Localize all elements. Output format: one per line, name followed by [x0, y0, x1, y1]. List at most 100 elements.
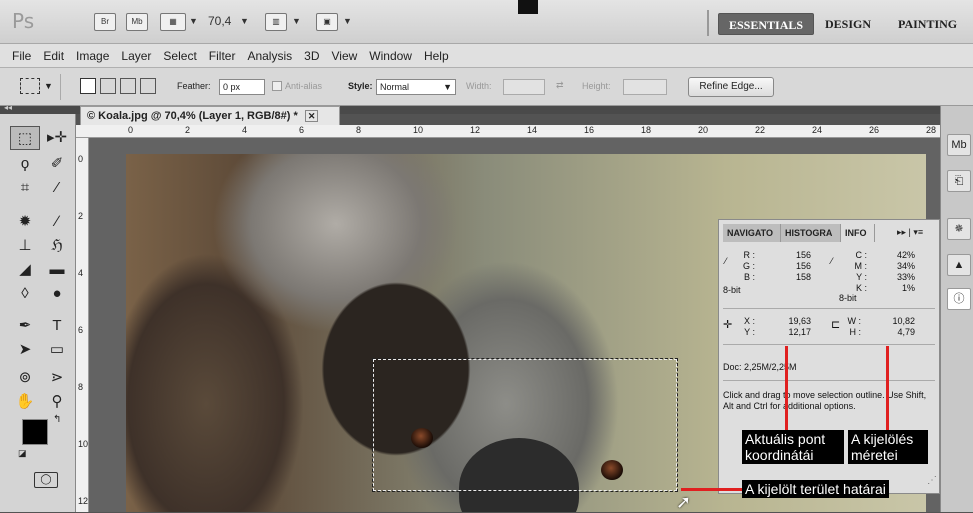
menu-edit[interactable]: Edit: [37, 49, 70, 63]
options-bar: ▼ Feather: 0 px Anti-alias Style: Normal…: [0, 68, 973, 106]
launch-bridge-button[interactable]: Br: [94, 13, 116, 31]
menu-filter[interactable]: Filter: [203, 49, 242, 63]
rectangle-tool-icon[interactable]: ▭: [42, 338, 72, 362]
cmyk-bit-depth: 8-bit: [839, 293, 857, 303]
intersect-selection-icon[interactable]: [140, 78, 156, 94]
ruler-tick-label: 8: [356, 125, 362, 135]
foreground-color-swatch[interactable]: [22, 419, 48, 445]
swap-colors-icon[interactable]: ↰: [53, 414, 61, 425]
collapse-icon[interactable]: ◂◂: [4, 103, 12, 112]
lasso-tool-icon[interactable]: ϙ: [10, 152, 40, 176]
workspace-design[interactable]: DESIGN: [815, 13, 881, 35]
history-panel-icon[interactable]: ⎗: [947, 170, 971, 192]
tab-histogram[interactable]: HISTOGRA: [781, 224, 841, 242]
quick-selection-tool-icon[interactable]: ✐: [42, 152, 72, 176]
close-icon[interactable]: ✕: [304, 110, 319, 122]
history-brush-tool-icon[interactable]: ℌ: [42, 234, 72, 258]
swap-icon[interactable]: ⇄: [556, 80, 564, 91]
new-selection-icon[interactable]: [80, 78, 96, 94]
antialias-checkbox[interactable]: [272, 81, 282, 91]
zoom-dropdown-icon[interactable]: ▼: [240, 16, 249, 26]
hand-tool-icon[interactable]: ✋: [10, 390, 40, 414]
w-value: 10,82: [892, 316, 915, 326]
minibridge-panel-button[interactable]: Mb: [947, 134, 971, 156]
width-input[interactable]: [503, 79, 545, 95]
style-select[interactable]: Normal ▼: [376, 79, 456, 95]
menu-select[interactable]: Select: [157, 49, 202, 63]
chevron-down-icon[interactable]: ▼: [292, 16, 301, 26]
clone-stamp-tool-icon[interactable]: ⊥: [10, 234, 40, 258]
resize-grip-icon[interactable]: ⋰: [927, 475, 937, 486]
type-tool-icon[interactable]: T: [42, 314, 72, 338]
info-panel-icon[interactable]: ⓘ: [947, 288, 971, 310]
screen-mode-icon[interactable]: ▣: [316, 13, 338, 31]
workspace-painting[interactable]: PAINTING: [888, 13, 967, 35]
divider: [723, 308, 935, 309]
antialias-label: Anti-alias: [285, 81, 323, 91]
workspace-essentials[interactable]: ESSENTIALS: [718, 13, 815, 35]
dimensions-icon: ⊏: [831, 319, 841, 331]
annotation-selection-border: A kijelölt terület határai: [742, 480, 889, 498]
height-input[interactable]: [623, 79, 667, 95]
chevron-down-icon[interactable]: ▼: [44, 81, 53, 91]
ruler-tick-label: 6: [299, 125, 305, 135]
navigator-panel-icon[interactable]: ✵: [947, 218, 971, 240]
subtract-from-selection-icon[interactable]: [120, 78, 136, 94]
refine-edge-button[interactable]: Refine Edge...: [688, 77, 774, 97]
b-label: B :: [743, 272, 755, 282]
pen-tool-icon[interactable]: ✒: [10, 314, 40, 338]
height-label: Height:: [582, 81, 611, 91]
dodge-tool-icon[interactable]: ●: [42, 282, 72, 306]
menu-view[interactable]: View: [325, 49, 363, 63]
menu-3d[interactable]: 3D: [298, 49, 325, 63]
crosshair-icon: ✛: [723, 319, 733, 331]
r-value: 156: [795, 250, 811, 260]
m-label: M :: [854, 261, 868, 271]
document-tab[interactable]: © Koala.jpg @ 70,4% (Layer 1, RGB/8#) * …: [80, 106, 340, 125]
zoom-tool-icon[interactable]: ⚲: [42, 390, 72, 414]
annotation-coords: Aktuális pont koordinátái: [742, 430, 844, 464]
zoom-level[interactable]: 70,4: [208, 14, 231, 28]
style-label: Style:: [348, 81, 373, 91]
path-selection-tool-icon[interactable]: ➤: [10, 338, 40, 362]
menu-layer[interactable]: Layer: [115, 49, 157, 63]
chevron-down-icon[interactable]: ▼: [343, 16, 352, 26]
menu-analysis[interactable]: Analysis: [241, 49, 298, 63]
menu-file[interactable]: File: [6, 49, 37, 63]
menu-image[interactable]: Image: [70, 49, 115, 63]
marquee-tool-icon[interactable]: ⬚: [10, 126, 40, 150]
histogram-panel-icon[interactable]: ▲: [947, 254, 971, 276]
photoshop-logo: Ps: [12, 9, 35, 33]
tab-info[interactable]: INFO: [841, 224, 875, 242]
eyedropper-tool-icon[interactable]: ⁄: [42, 176, 72, 200]
panel-menu-icon[interactable]: ▸▸ | ▾≡: [897, 227, 923, 238]
marquee-tool-preset-icon[interactable]: [20, 78, 40, 94]
blur-tool-icon[interactable]: ◊: [10, 282, 40, 306]
move-tool-icon[interactable]: ▸✛: [42, 126, 72, 150]
gradient-tool-icon[interactable]: ▬: [42, 258, 72, 282]
add-to-selection-icon[interactable]: [100, 78, 116, 94]
tab-navigator[interactable]: NAVIGATO: [723, 224, 781, 242]
chevron-down-icon[interactable]: ▼: [189, 16, 198, 26]
quick-mask-icon[interactable]: ◯: [34, 472, 58, 488]
feather-input[interactable]: 0 px: [219, 79, 265, 95]
arrange-documents-icon[interactable]: ▥: [265, 13, 287, 31]
ruler-tick-label: 14: [527, 125, 538, 135]
selection-marquee[interactable]: [372, 358, 678, 492]
eraser-tool-icon[interactable]: ◢: [10, 258, 40, 282]
view-extras-icon[interactable]: ▦: [160, 13, 186, 31]
annotation-line-coords: [785, 346, 788, 430]
menu-help[interactable]: Help: [418, 49, 455, 63]
menu-window[interactable]: Window: [363, 49, 418, 63]
healing-brush-tool-icon[interactable]: ✹: [10, 210, 40, 234]
launch-minibridge-button[interactable]: Mb: [126, 13, 148, 31]
3d-camera-tool-icon[interactable]: ⋗: [42, 366, 72, 390]
default-colors-icon[interactable]: ◪: [18, 448, 27, 459]
divider: [707, 10, 709, 36]
brush-tool-icon[interactable]: ∕: [42, 210, 72, 234]
horizontal-ruler[interactable]: 0 2 4 6 8 10 12 14 16 18 20 22 24 26 28: [76, 125, 940, 138]
crop-tool-icon[interactable]: ⌗: [10, 176, 40, 200]
vertical-ruler[interactable]: 0 2 4 6 8 10 12: [76, 138, 89, 512]
divider: [723, 344, 935, 345]
3d-rotate-tool-icon[interactable]: ⊚: [10, 366, 40, 390]
